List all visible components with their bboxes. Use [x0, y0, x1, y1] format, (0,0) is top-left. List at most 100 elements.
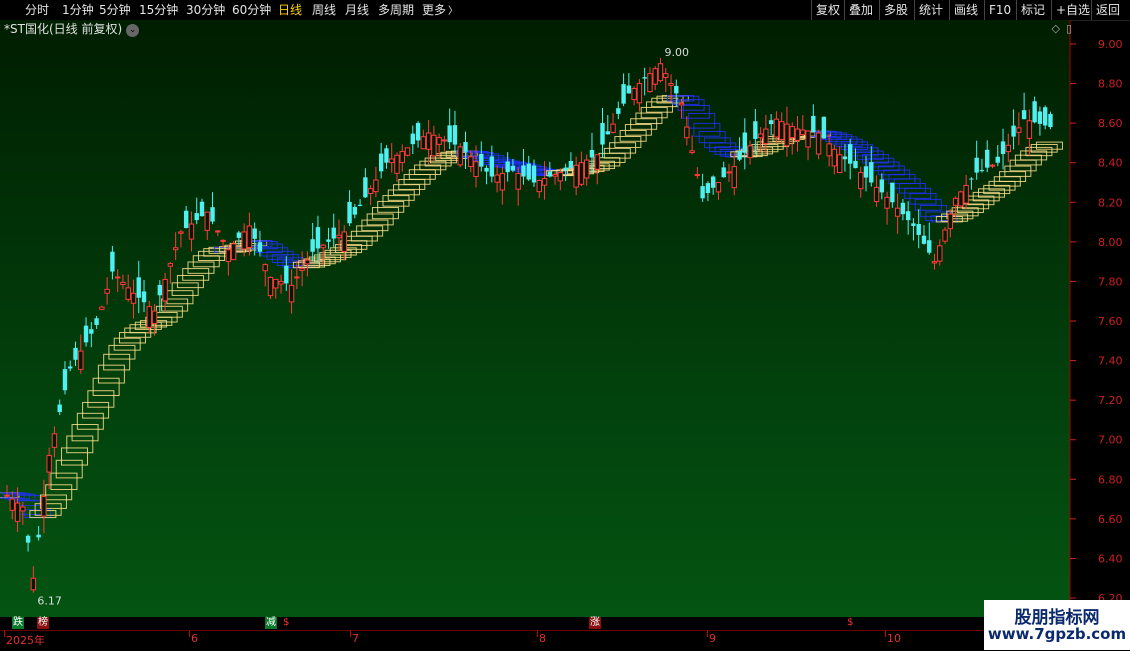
candle-body: [995, 156, 1000, 163]
tab-weekly[interactable]: 周线: [312, 0, 336, 20]
adjust-button[interactable]: 复权: [811, 0, 844, 20]
candle-body: [821, 116, 827, 139]
signal-marker[interactable]: 减: [265, 617, 277, 629]
tab-1min[interactable]: 1分钟: [62, 0, 94, 20]
candle-body: [974, 157, 979, 173]
tab-30min[interactable]: 30分钟: [186, 0, 225, 20]
candle-body: [737, 150, 742, 160]
candle-body: [141, 291, 147, 303]
candle-body: [831, 148, 838, 167]
candle-body: [304, 259, 311, 265]
x-tick-mark: [707, 631, 708, 637]
candle-body: [89, 329, 94, 334]
candle-body: [425, 132, 432, 150]
watermark-url: www.7gpzb.com: [987, 625, 1127, 643]
low-price-label: 6.17: [37, 595, 62, 608]
candle-body: [952, 197, 959, 206]
signal-marker[interactable]: $: [846, 617, 854, 629]
candle-body: [420, 136, 427, 150]
candle-body: [447, 125, 452, 143]
candle-body: [815, 132, 822, 155]
tab-5min[interactable]: 5分钟: [99, 0, 131, 20]
candle-body: [57, 404, 62, 413]
candle-body: [384, 148, 389, 163]
signal-marker[interactable]: $: [282, 617, 290, 629]
date-axis: 2025年 6 7 8 9 10: [0, 630, 1130, 651]
candle-body: [900, 202, 906, 215]
candle-body: [394, 154, 400, 174]
candle-body: [700, 186, 705, 199]
candle-body: [1042, 107, 1048, 126]
candle-body: [768, 120, 774, 125]
y-tick-label: 8.60: [1098, 117, 1123, 130]
price-axis: 6.206.406.606.807.007.207.407.607.808.00…: [1070, 38, 1123, 605]
candle-body: [162, 278, 168, 302]
mark-button[interactable]: 标记: [1016, 0, 1049, 20]
tab-60min[interactable]: 60分钟: [232, 0, 271, 20]
signal-marker[interactable]: 榜: [37, 617, 49, 629]
candle-body: [336, 234, 342, 239]
signal-marker[interactable]: 涨: [589, 617, 601, 629]
tab-daily[interactable]: 日线: [278, 0, 302, 20]
candle-body: [942, 229, 948, 242]
candle-body: [14, 502, 21, 522]
candle-body: [452, 125, 458, 145]
candle-body: [25, 535, 31, 543]
signal-marker[interactable]: 跌: [12, 617, 24, 629]
statistics-button[interactable]: 统计: [914, 0, 947, 20]
candle-body: [800, 129, 806, 136]
y-tick-label: 6.60: [1098, 513, 1123, 526]
kline-chart[interactable]: 6.206.406.606.807.007.207.407.607.808.00…: [0, 20, 1130, 630]
tab-more[interactable]: 更多〉: [422, 0, 458, 20]
chart-background: [0, 20, 1070, 617]
f10-button[interactable]: F10: [984, 0, 1015, 20]
tab-15min[interactable]: 15分钟: [139, 0, 178, 20]
y-tick-label: 7.60: [1098, 315, 1123, 328]
candle-body: [911, 223, 916, 227]
x-tick-label: 2025年: [6, 634, 45, 647]
x-tick-label: 8: [539, 632, 546, 645]
tab-multi-period[interactable]: 多周期: [378, 0, 414, 20]
candle-body: [4, 494, 10, 497]
y-tick-label: 8.20: [1098, 196, 1123, 209]
candle-body: [521, 165, 526, 177]
candle-body: [178, 231, 184, 234]
diamond-icon[interactable]: ◇: [1051, 22, 1059, 35]
candle-body: [916, 224, 921, 235]
candle-body: [610, 123, 616, 133]
draw-line-button[interactable]: 画线: [949, 0, 982, 20]
candle-body: [1000, 141, 1006, 154]
tab-timeshare[interactable]: 分时: [25, 0, 49, 20]
candle-body: [853, 160, 858, 169]
candle-body: [884, 196, 890, 209]
candle-body: [463, 142, 468, 152]
y-tick-label: 8.80: [1098, 78, 1123, 91]
add-watchlist-button[interactable]: +自选: [1051, 0, 1094, 20]
candle-body: [389, 158, 395, 164]
candle-body: [484, 167, 489, 172]
overlay-button[interactable]: 叠加: [844, 0, 877, 20]
candle-body: [721, 167, 726, 178]
candle-body: [299, 268, 305, 271]
dropdown-icon[interactable]: ⌄: [126, 24, 140, 37]
x-tick-mark: [537, 631, 538, 637]
window-icon[interactable]: ▯: [1066, 22, 1072, 35]
tab-monthly[interactable]: 月线: [345, 0, 369, 20]
candle-body: [410, 133, 415, 145]
candle-body: [526, 163, 531, 180]
candle-body: [479, 154, 484, 167]
candle-body: [257, 242, 263, 252]
back-button[interactable]: 返回: [1091, 0, 1124, 20]
candle-body: [789, 126, 795, 139]
candle-body: [347, 201, 352, 224]
candle-body: [694, 174, 701, 177]
multi-stock-button[interactable]: 多股: [879, 0, 912, 20]
candle-body: [869, 162, 874, 183]
candle-body: [51, 433, 58, 448]
candle-body: [811, 115, 816, 133]
candle-body: [616, 108, 621, 114]
candle-body: [341, 231, 347, 252]
candle-body: [46, 455, 52, 473]
candle-body: [684, 126, 690, 139]
x-tick-label: 7: [352, 632, 359, 645]
